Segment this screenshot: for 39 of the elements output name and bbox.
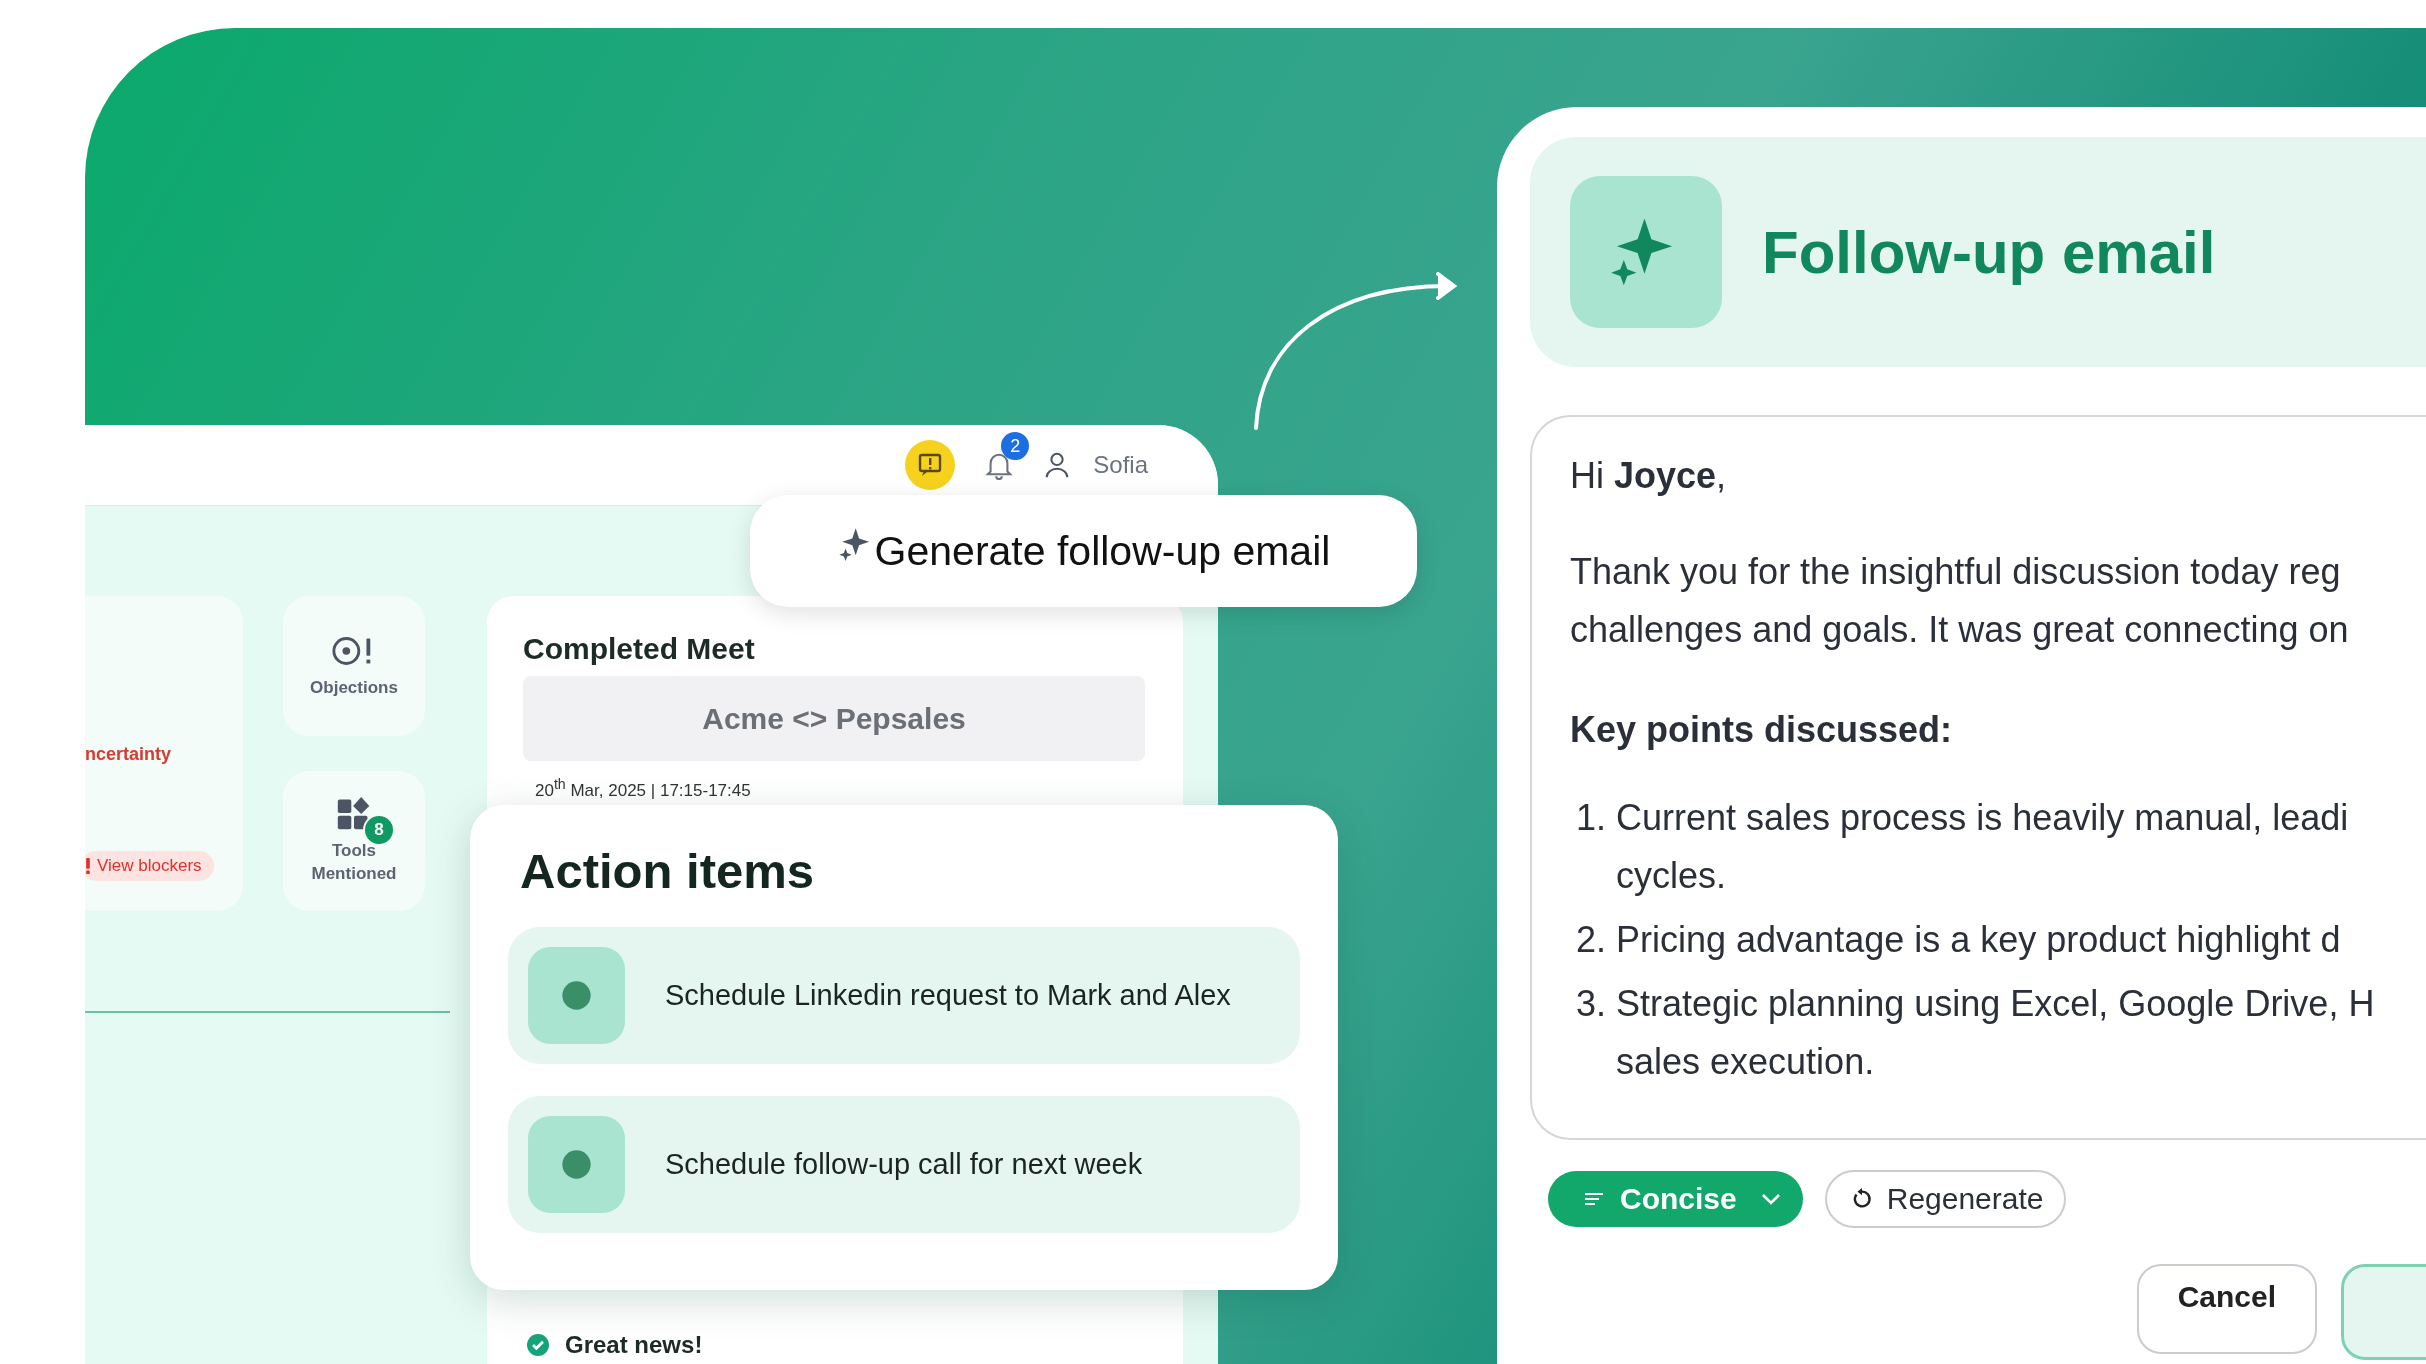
email-text-line: Thank you for the insightful discussion today reg [1570, 550, 2342, 594]
email-body-field[interactable] [1530, 415, 2426, 1140]
regenerate-button[interactable]: Regenerate [1824, 1170, 2066, 1228]
email-greeting: Hi Joyce, [1570, 454, 1728, 498]
panel-title: Follow-up email [1762, 217, 2216, 287]
notification-badge: 2 [1001, 432, 1030, 460]
alert-icon [85, 857, 91, 875]
sparkle-icon [1570, 176, 1722, 328]
chevron-down-icon [1760, 1193, 1781, 1205]
lines-icon [1584, 1191, 1604, 1207]
tile-label: Objections [309, 676, 399, 699]
action-item[interactable]: Schedule Linkedin request to Mark and Alex [508, 927, 1300, 1064]
user-name[interactable]: Sofia [1093, 451, 1148, 479]
insight-tile[interactable]: 8 Tools Mentioned [283, 771, 425, 911]
check-icon [527, 1334, 549, 1356]
action-items-title: Action items [520, 843, 816, 899]
list-number: 1. [1574, 796, 1606, 840]
risk-label: ncertainty [85, 744, 172, 765]
list-number: 2. [1574, 918, 1606, 962]
action-item[interactable]: Schedule follow-up call for next week [508, 1096, 1300, 1233]
action-item-text: Schedule follow-up call for next week [665, 1148, 1143, 1181]
insight-tile[interactable]: Objections [283, 596, 425, 736]
email-heading: Key points discussed: [1570, 708, 1954, 752]
list-item-line: cycles. [1616, 854, 1728, 898]
meeting-date: 20$^{th}$ Mar, 2025 | 17:15-17:45 [535, 776, 751, 801]
list-item-line: sales execution. [1616, 1040, 1876, 1084]
generate-email-button[interactable]: Generate follow-up email [750, 495, 1417, 607]
email-text-line: challenges and goals. It was great connecting on [1570, 608, 2350, 652]
note-title: Great news! [565, 1331, 703, 1359]
cancel-button[interactable]: Cancel [2137, 1264, 2317, 1354]
list-item-line: Pricing advantage is a key product highlight d [1616, 918, 2341, 962]
list-number: 3. [1574, 982, 1606, 1026]
chat-icon[interactable] [905, 440, 956, 490]
meeting-title: Acme <> Pepsales [523, 676, 1145, 761]
list-item-line: Current sales process is heavily manual, leadi [1616, 796, 2349, 840]
action-item-text: Schedule Linkedin request to Mark and Alex [665, 979, 1231, 1012]
view-blockers-button[interactable]: View blockers [85, 851, 214, 881]
meeting-status: Completed Meet [523, 632, 755, 666]
list-item-line: Strategic planning using Excel, Google Drive, H [1616, 982, 2375, 1026]
